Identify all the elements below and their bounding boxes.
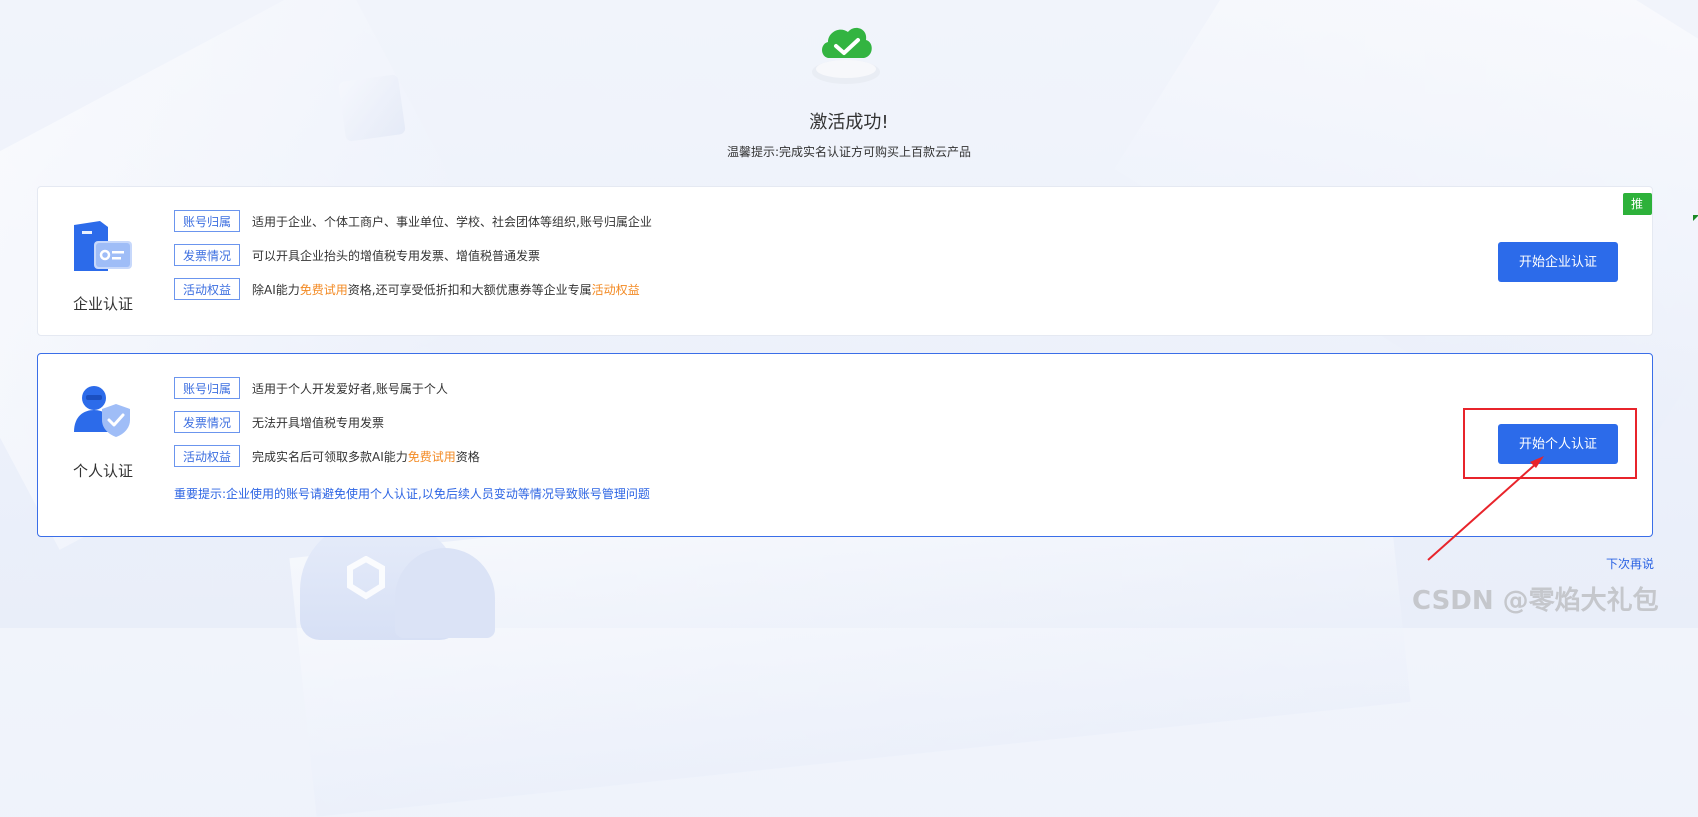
page-title: 激活成功! <box>809 112 889 133</box>
enterprise-auth-title: 企业认证 <box>72 295 133 313</box>
enterprise-card-icon <box>74 221 132 271</box>
skip-later-link[interactable]: 下次再说 <box>1606 555 1654 572</box>
benefits-tag: 活动权益 <box>174 278 241 300</box>
cloud-logo-icon <box>347 556 385 600</box>
invoice-text: 无法开具增值税专用发票 <box>252 415 385 430</box>
personal-user-shield-icon <box>74 386 130 437</box>
account-owner-text: 适用于企业、个体工商户、事业单位、学校、社会团体等组织,账号归属企业 <box>252 214 652 229</box>
recommend-badge: 推荐 <box>1623 193 1652 233</box>
personal-row-account: 账号归属 适用于个人开发爱好者,账号属于个人 <box>174 375 448 401</box>
personal-row-benefits: 活动权益 完成实名后可领取多款AI能力免费试用资格 <box>174 443 480 469</box>
benefits-text: 完成实名后可领取多款AI能力免费试用资格 <box>252 449 480 464</box>
activity-benefits-highlight: 活动权益 <box>591 282 640 297</box>
decorative-cloud <box>395 548 495 638</box>
annotation-highlight-box <box>1463 408 1637 479</box>
invoice-text: 可以开具企业抬头的增值税专用发票、增值税普通发票 <box>252 248 541 263</box>
benefits-text: 除AI能力免费试用资格,还可享受低折扣和大额优惠券等企业专属活动权益 <box>252 282 640 297</box>
start-enterprise-auth-button[interactable]: 开始企业认证 <box>1498 242 1618 282</box>
enterprise-row-invoice: 发票情况 可以开具企业抬头的增值税专用发票、增值税普通发票 <box>174 242 540 268</box>
free-trial-highlight: 免费试用 <box>407 449 456 464</box>
benefits-tag: 活动权益 <box>174 445 241 467</box>
free-trial-highlight: 免费试用 <box>299 282 348 297</box>
invoice-tag: 发票情况 <box>174 244 241 266</box>
account-owner-tag: 账号归属 <box>174 210 241 232</box>
account-owner-text: 适用于个人开发爱好者,账号属于个人 <box>252 381 448 396</box>
important-notice: 重要提示:企业使用的账号请避免使用个人认证,以免后续人员变动等情况导致账号管理问… <box>174 487 650 501</box>
enterprise-row-benefits: 活动权益 除AI能力免费试用资格,还可享受低折扣和大额优惠券等企业专属活动权益 <box>174 276 640 302</box>
success-cloud-icon <box>812 27 880 84</box>
personal-auth-card: 个人认证 账号归属 适用于个人开发爱好者,账号属于个人 发票情况 无法开具增值税… <box>37 353 1653 537</box>
account-owner-tag: 账号归属 <box>174 377 241 399</box>
enterprise-row-account: 账号归属 适用于企业、个体工商户、事业单位、学校、社会团体等组织,账号归属企业 <box>174 208 652 234</box>
personal-row-invoice: 发票情况 无法开具增值税专用发票 <box>174 409 384 435</box>
invoice-tag: 发票情况 <box>174 411 241 433</box>
enterprise-auth-card: 企业认证 账号归属 适用于企业、个体工商户、事业单位、学校、社会团体等组织,账号… <box>37 186 1698 336</box>
tip-text: 温馨提示:完成实名认证方可购买上百款云产品 <box>726 145 972 159</box>
watermark: CSDN @零焰大礼包 <box>1412 586 1659 616</box>
personal-auth-title: 个人认证 <box>72 462 133 480</box>
recommend-badge-tail <box>1693 215 1698 221</box>
